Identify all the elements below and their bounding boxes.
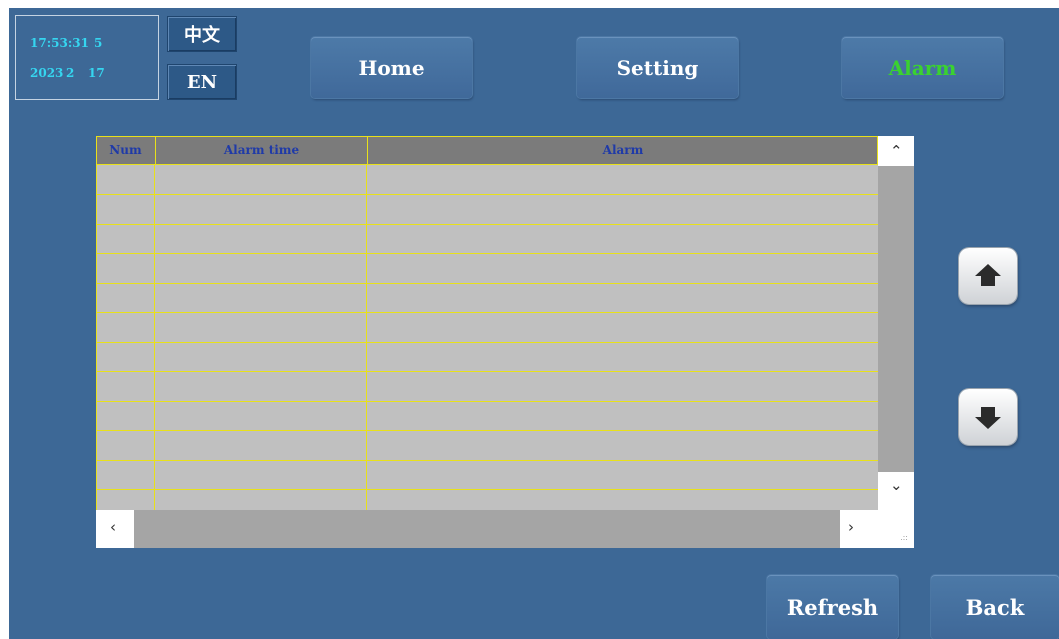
refresh-button[interactable]: Refresh	[767, 575, 898, 639]
column-header-alarm[interactable]: Alarm	[367, 137, 878, 164]
language-english-button[interactable]: EN	[167, 64, 237, 100]
row-divider	[96, 460, 878, 461]
horizontal-scroll-track[interactable]	[134, 510, 840, 548]
hmi-screen: 17:53:31 5 2023 2 17 中文 EN Home Setting …	[9, 8, 1059, 639]
chevron-right-icon[interactable]: ›	[848, 518, 854, 536]
alarm-grid[interactable]: Num Alarm time Alarm	[96, 136, 878, 510]
row-divider	[96, 430, 878, 431]
year-value: 2023	[30, 66, 64, 80]
horizontal-scrollbar[interactable]: ‹ › .::	[96, 510, 914, 548]
column-divider	[366, 136, 367, 510]
row-divider	[96, 489, 878, 490]
vertical-scroll-track[interactable]	[878, 166, 914, 472]
chevron-left-icon[interactable]: ‹	[110, 518, 116, 536]
setting-button[interactable]: Setting	[577, 37, 738, 98]
table-header: Num Alarm time Alarm	[96, 136, 878, 165]
day-value: 17	[88, 66, 105, 80]
resize-grip-icon: .::	[900, 533, 908, 542]
row-divider	[96, 283, 878, 284]
home-button[interactable]: Home	[311, 37, 472, 98]
row-divider	[96, 342, 878, 343]
arrow-up-icon	[975, 264, 1001, 286]
datetime-display: 17:53:31 5 2023 2 17	[15, 15, 159, 100]
month-value: 2	[66, 66, 75, 80]
row-divider	[96, 253, 878, 254]
arrow-down-icon	[975, 407, 1001, 429]
weekday-value: 5	[94, 36, 103, 50]
alarm-button[interactable]: Alarm	[842, 37, 1003, 98]
column-divider	[96, 136, 97, 510]
back-button[interactable]: Back	[931, 575, 1059, 639]
column-header-alarm-time[interactable]: Alarm time	[155, 137, 367, 164]
column-header-num[interactable]: Num	[97, 137, 154, 164]
page-up-button[interactable]	[959, 248, 1017, 304]
language-chinese-button[interactable]: 中文	[167, 16, 237, 52]
vertical-scrollbar[interactable]: ⌃ ⌄	[878, 136, 914, 510]
chevron-down-icon[interactable]: ⌄	[890, 476, 903, 494]
row-divider	[96, 312, 878, 313]
chevron-up-icon[interactable]: ⌃	[890, 142, 903, 160]
alarm-table[interactable]: Num Alarm time Alarm ⌃ ⌄ ‹ › .::	[96, 136, 914, 548]
column-divider	[154, 136, 155, 510]
row-divider	[96, 371, 878, 372]
time-value: 17:53:31	[30, 36, 89, 50]
page-down-button[interactable]	[959, 389, 1017, 445]
row-divider	[96, 194, 878, 195]
row-divider	[96, 401, 878, 402]
row-divider	[96, 224, 878, 225]
